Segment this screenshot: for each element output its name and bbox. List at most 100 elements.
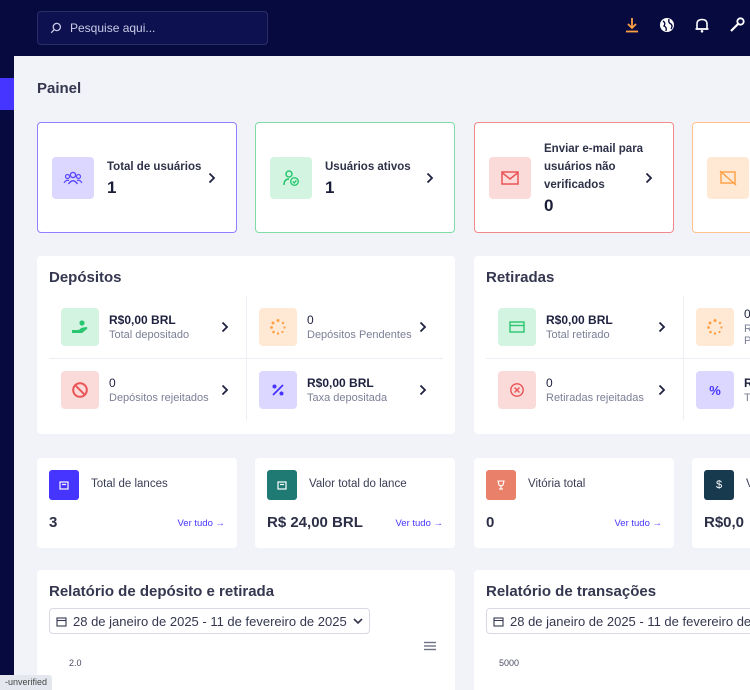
spinner-icon	[696, 308, 734, 346]
widget-total-users[interactable]: Total de usuários 1	[37, 122, 237, 233]
y-axis-tick: 5000	[499, 658, 520, 668]
withdraw-total-label: Total retirado	[546, 329, 610, 341]
deposit-fee-value: R$0,00 BRL	[307, 376, 374, 390]
chevron-right-icon	[645, 172, 653, 183]
report-title: Relatório de depósito e retirada	[49, 583, 275, 600]
sidebar-active-item[interactable]	[0, 78, 14, 110]
search-icon	[50, 22, 62, 34]
calendar-icon	[493, 616, 504, 627]
stat-total-bids: Total de lances 3 Ver tudo →	[37, 458, 237, 548]
withdraw-total-value: R$0,00 BRL	[546, 313, 613, 327]
envelope-icon	[489, 156, 531, 199]
withdraw-fee-item[interactable]: % R T	[684, 359, 750, 421]
withdraw-total-item[interactable]: R$0,00 BRL Total retirado	[486, 296, 682, 358]
deposit-pending-value: 0	[307, 313, 314, 327]
widget-value: 1	[107, 177, 117, 197]
report-title: Relatório de transações	[486, 583, 657, 600]
spinner-icon	[259, 308, 297, 346]
stat-total-wins: Vitória total 0 Ver tudo →	[474, 458, 674, 548]
deposits-panel: Depósitos R$0,00 BRL Total depositado 0 …	[37, 256, 455, 434]
chevron-right-icon	[221, 321, 229, 333]
status-badge: -unverified	[0, 675, 53, 690]
deposit-pending-label: Depósitos Pendentes	[307, 329, 412, 341]
withdraw-fee-label: T	[744, 392, 750, 404]
stat-fourth: $ V R$0,0	[692, 458, 750, 548]
stat-value: R$0,0	[704, 514, 745, 531]
hand-money-icon	[61, 308, 99, 346]
dollar-icon: $	[704, 470, 734, 500]
percent-icon: %	[696, 371, 734, 409]
chevron-right-icon	[208, 172, 216, 183]
date-range-text: 28 de janeiro de 2025 - 11 de fevereiro …	[73, 613, 347, 629]
chevron-down-icon	[353, 617, 363, 624]
withdraw-pending-value: 0	[744, 307, 750, 321]
ban-icon	[61, 371, 99, 409]
user-check-icon	[270, 156, 312, 199]
stat-value: 0	[486, 514, 495, 531]
search-box[interactable]	[37, 11, 268, 45]
deposit-fee-label: Taxa depositada	[307, 392, 388, 404]
transactions-report: Relatório de transações 28 de janeiro de…	[474, 570, 750, 690]
deposit-withdraw-report: Relatório de depósito e retirada 28 de j…	[37, 570, 455, 690]
withdraw-rejected-label: Retiradas rejeitadas	[546, 392, 644, 404]
chevron-right-icon	[419, 321, 427, 333]
view-all-link[interactable]: Ver tudo →	[177, 518, 225, 529]
chevron-right-icon	[658, 321, 666, 333]
users-icon	[52, 156, 94, 199]
stat-label: Total de lances	[91, 478, 168, 490]
chevron-right-icon	[426, 172, 434, 183]
bell-icon[interactable]	[692, 15, 712, 35]
widget-email-unverified[interactable]: Enviar e-mail para usuários não verifica…	[474, 122, 674, 233]
date-range-picker[interactable]: 28 de janeiro de 2025 - 11 de fevereiro …	[486, 608, 750, 634]
withdrawals-panel: Retiradas R$0,00 BRL Total retirado 0 R …	[474, 256, 750, 434]
deposit-rejected-item[interactable]: 0 Depósitos rejeitados	[49, 359, 245, 421]
date-range-picker[interactable]: 28 de janeiro de 2025 - 11 de fevereiro …	[49, 608, 370, 634]
mobile-off-icon	[707, 156, 749, 199]
widget-label: Usuários ativos	[325, 160, 411, 173]
withdraw-rejected-item[interactable]: 0 Retiradas rejeitadas	[486, 359, 682, 421]
widget-value: 1	[325, 177, 335, 197]
widget-value: 0	[544, 195, 554, 215]
date-range-text: 28 de janeiro de 2025 - 11 de fevereiro …	[510, 613, 750, 629]
widget-active-users[interactable]: Usuários ativos 1	[255, 122, 455, 233]
times-circle-icon	[498, 371, 536, 409]
chart-menu-icon[interactable]	[423, 638, 437, 651]
y-axis-tick: 2.0	[69, 658, 82, 668]
withdraw-pending-label: R P	[744, 323, 750, 347]
percent-icon	[259, 371, 297, 409]
widget-label: Total de usuários	[107, 160, 202, 173]
search-input[interactable]	[70, 21, 240, 35]
view-all-link[interactable]: Ver tudo →	[395, 518, 443, 529]
deposit-total-value: R$0,00 BRL	[109, 313, 176, 327]
deposit-rejected-label: Depósitos rejeitados	[109, 392, 209, 404]
stat-label: Vitória total	[528, 478, 586, 490]
stat-value: 3	[49, 514, 58, 531]
stat-value: R$ 24,00 BRL	[267, 514, 363, 531]
page-title: Painel	[37, 80, 82, 97]
view-all-link[interactable]: Ver tudo →	[614, 518, 662, 529]
stat-total-bid-value: Valor total do lance R$ 24,00 BRL Ver tu…	[255, 458, 455, 548]
deposit-total-label: Total depositado	[109, 329, 190, 341]
chevron-right-icon	[221, 384, 229, 396]
withdraw-rejected-value: 0	[546, 376, 553, 390]
widget-mobile-unverified[interactable]	[692, 122, 750, 233]
calendar-icon	[56, 616, 67, 627]
download-icon[interactable]	[622, 15, 642, 35]
withdrawals-title: Retiradas	[486, 269, 555, 286]
deposit-fee-item[interactable]: R$0,00 BRL Taxa depositada	[247, 359, 443, 421]
widget-label: Enviar e-mail para usuários não verifica…	[544, 142, 644, 191]
card-icon	[498, 308, 536, 346]
withdraw-pending-item[interactable]: 0 R P	[684, 296, 750, 358]
stat-label: V	[746, 478, 750, 490]
deposit-rejected-value: 0	[109, 376, 116, 390]
gavel-icon	[49, 470, 79, 500]
wrench-icon[interactable]	[727, 15, 747, 35]
deposit-total-item[interactable]: R$0,00 BRL Total depositado	[49, 296, 245, 358]
chevron-right-icon	[419, 384, 427, 396]
globe-icon[interactable]	[657, 15, 677, 35]
stat-label: Valor total do lance	[309, 478, 407, 490]
trophy-icon	[486, 470, 516, 500]
deposit-pending-item[interactable]: 0 Depósitos Pendentes	[247, 296, 443, 358]
chevron-right-icon	[658, 384, 666, 396]
withdraw-fee-value: R	[744, 376, 750, 390]
